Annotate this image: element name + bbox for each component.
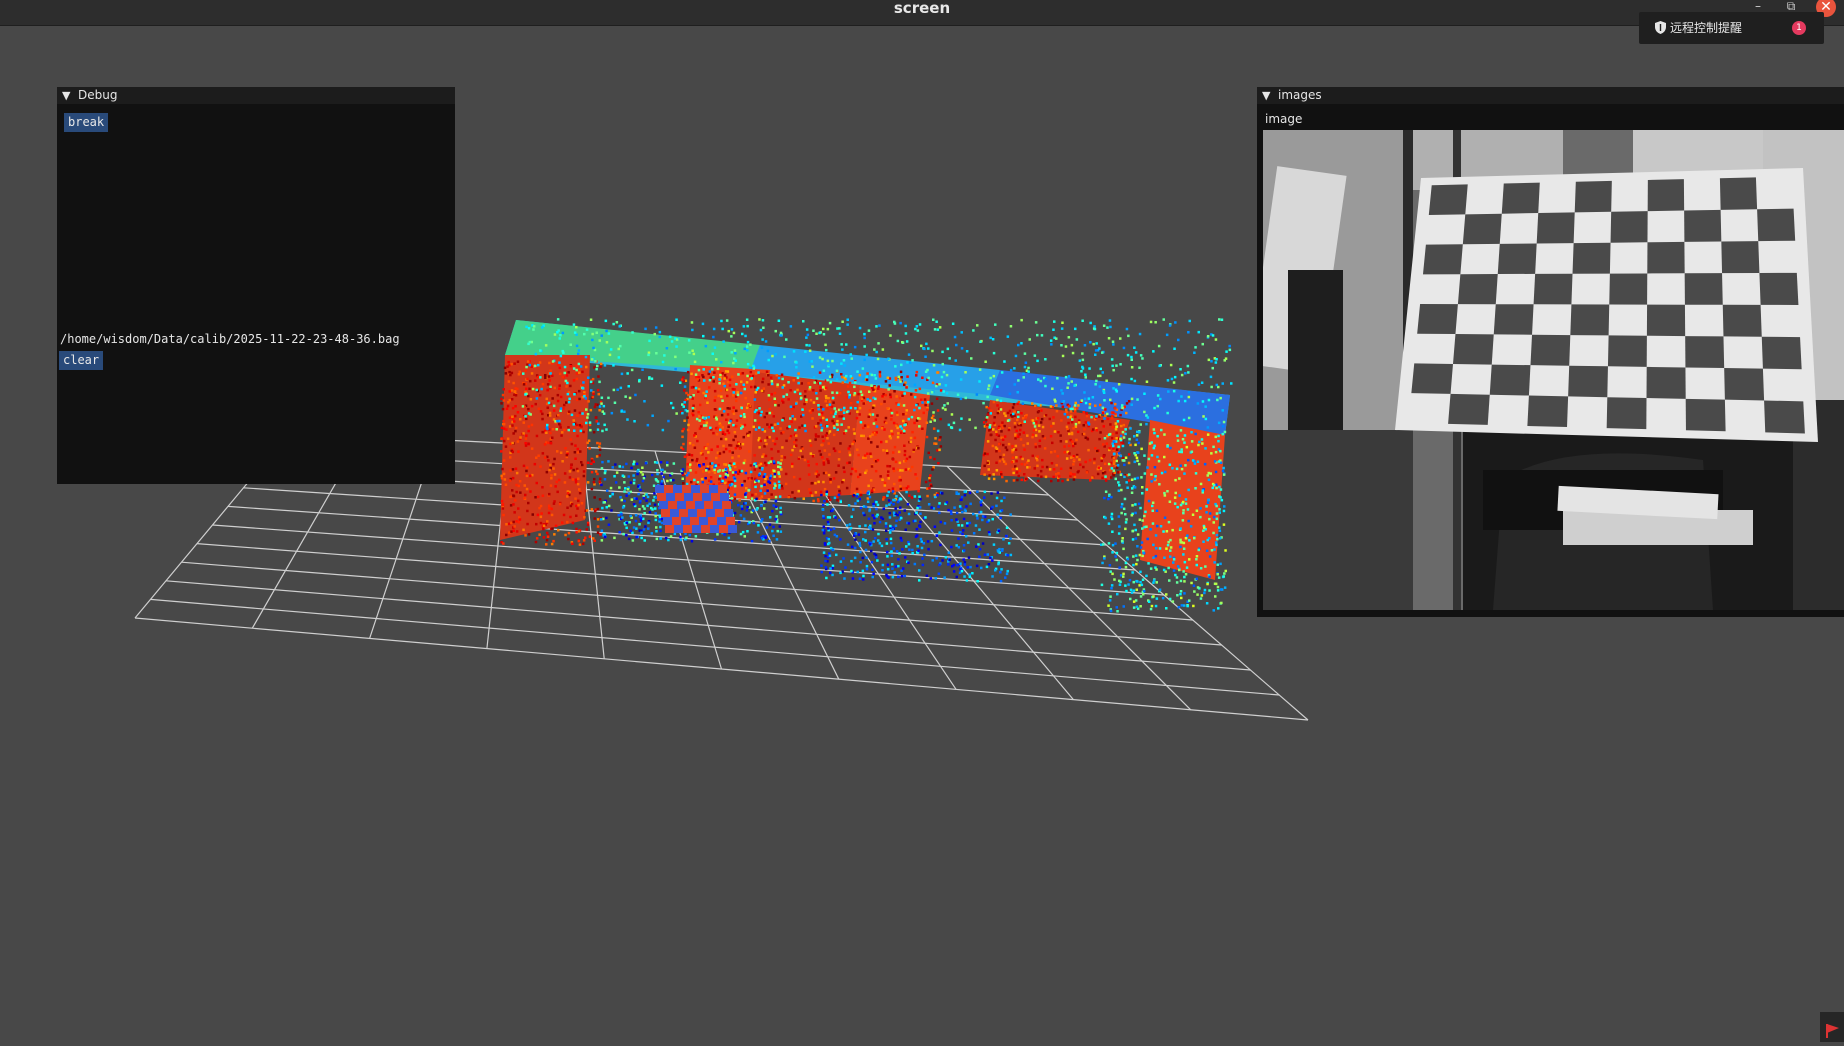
remote-control-notification[interactable]: 远程控制提醒 1 <box>1639 12 1824 44</box>
notification-badge: 1 <box>1792 21 1806 35</box>
debug-panel: ▼ Debug break /home/wisdom/Data/calib/20… <box>57 87 455 484</box>
collapse-arrow-icon[interactable]: ▼ <box>1262 87 1270 104</box>
checkerboard-target <box>1395 168 1818 442</box>
images-panel: ▼ images image <box>1257 87 1844 617</box>
debug-panel-header[interactable]: ▼ Debug <box>57 87 455 104</box>
images-panel-header[interactable]: ▼ images <box>1257 87 1844 104</box>
flag-icon[interactable] <box>1820 1012 1844 1042</box>
debug-panel-title: Debug <box>78 88 118 102</box>
clear-button[interactable]: clear <box>59 351 104 370</box>
image-label: image <box>1265 112 1303 126</box>
point-cloud <box>500 318 1233 613</box>
bag-file-path: /home/wisdom/Data/calib/2025-11-22-23-48… <box>60 332 400 346</box>
window-title: screen <box>893 0 951 17</box>
title-bar: screen – ⧉ ✕ <box>0 0 1844 26</box>
notification-text: 远程控制提醒 <box>1670 21 1743 35</box>
camera-image <box>1263 130 1844 610</box>
break-button[interactable]: break <box>64 113 109 132</box>
shield-icon <box>1655 21 1666 34</box>
images-panel-title: images <box>1278 88 1322 102</box>
collapse-arrow-icon[interactable]: ▼ <box>62 87 70 104</box>
